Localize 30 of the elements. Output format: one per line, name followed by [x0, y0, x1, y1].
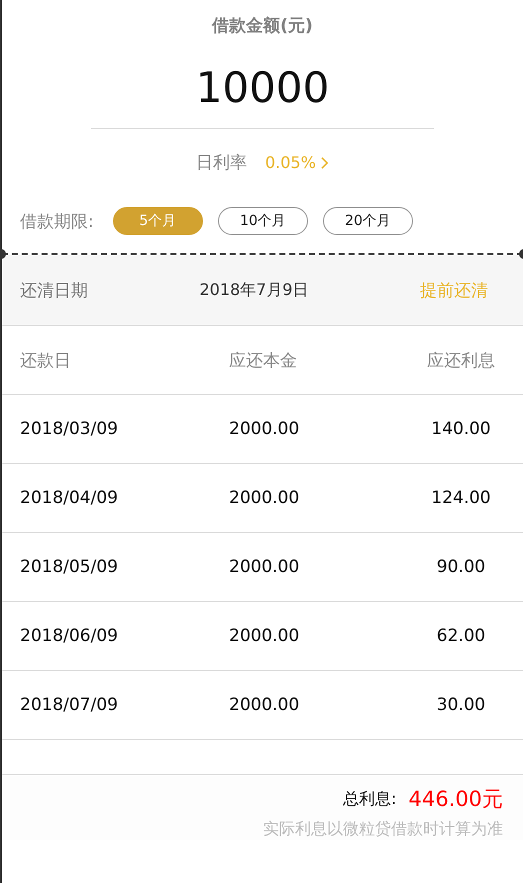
column-header: 应还本金 — [229, 350, 298, 372]
term-option[interactable]: 10个月 — [218, 207, 308, 235]
table-cell-text: 30.00 — [436, 695, 486, 715]
rate-label: 日利率 — [196, 152, 248, 174]
table-cell-text: 62.00 — [436, 626, 486, 646]
payoff-date: 2018年7月9日 — [198, 280, 310, 300]
table-cell-text: 90.00 — [436, 557, 486, 577]
table-cell-text: 2000.00 — [229, 695, 300, 715]
column-header: 还款日 — [20, 350, 72, 372]
payoff-label: 还清日期 — [20, 280, 89, 302]
table-cell-text: 2000.00 — [229, 557, 300, 577]
table-cell-text: 2018/04/09 — [20, 488, 119, 508]
term-label: 借款期限: — [20, 210, 94, 232]
column-header: 应还利息 — [426, 350, 496, 372]
footnote: 实际利息以微粒贷借款时计算为准 — [263, 819, 503, 840]
amount-title: 借款金额(元) — [212, 15, 313, 37]
table-cell-text: 2000.00 — [229, 488, 300, 508]
total-label: 总利息: — [343, 788, 397, 810]
table-cell-text: 124.00 — [430, 488, 492, 508]
term-option[interactable]: 20个月 — [322, 207, 413, 235]
table-cell-text: 2018/07/09 — [20, 695, 119, 715]
table-cell-text: 2018/03/09 — [20, 419, 119, 439]
chevron-right-icon — [320, 156, 329, 170]
table-cell-text: 2018/06/09 — [20, 626, 119, 646]
table-cell-text: 2000.00 — [229, 419, 300, 439]
table-cell-text: 2018/05/09 — [20, 557, 119, 577]
amount-value[interactable]: 10000 — [91, 63, 434, 129]
table-cell-text: 140.00 — [430, 419, 492, 439]
table-cell-text: 2000.00 — [229, 626, 300, 646]
total-value: 446.00元 — [408, 786, 503, 813]
